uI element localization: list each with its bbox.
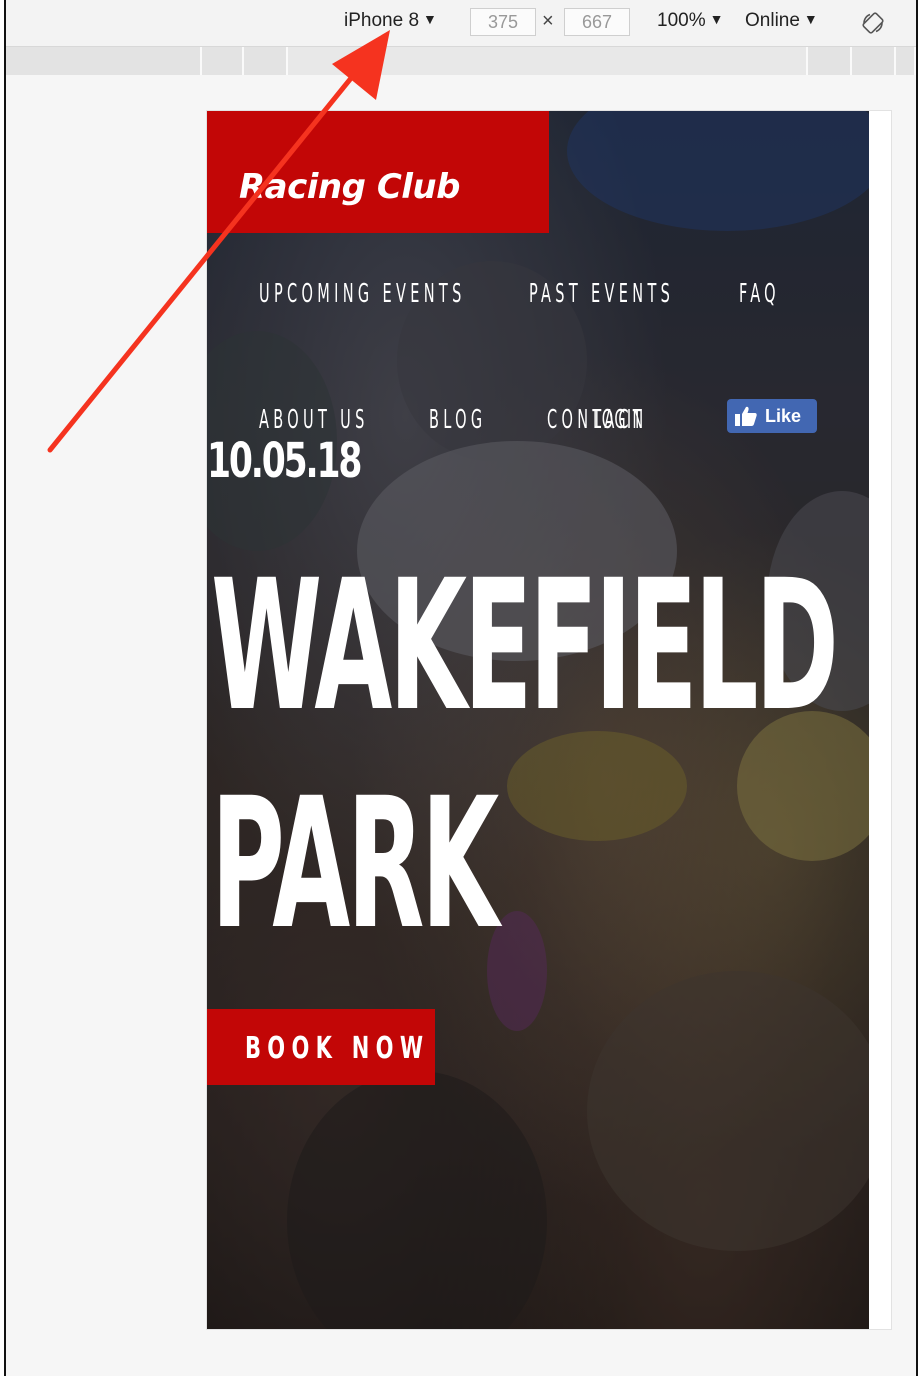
nav-link-blog[interactable]: BLOG <box>429 405 486 435</box>
media-query-bar <box>6 47 916 75</box>
book-now-button[interactable]: BOOK NOW <box>207 1009 435 1085</box>
rotate-device-icon[interactable] <box>861 11 885 35</box>
viewport-width-input[interactable]: 375 <box>470 8 536 36</box>
nav-link-faq[interactable]: FAQ <box>739 279 780 309</box>
device-select-label: iPhone 8 <box>344 10 420 31</box>
chevron-down-icon: ▼ <box>803 11 818 27</box>
media-query-segment[interactable] <box>202 47 244 75</box>
event-date: 10.05.18 <box>207 433 362 489</box>
nav-link-about-us[interactable]: ABOUT US <box>259 405 369 435</box>
hero-background-photo: Racing Club UPCOMING EVENTS PAST EVENTS … <box>207 111 869 1329</box>
chevron-down-icon: ▼ <box>709 11 724 27</box>
device-toolbar: iPhone 8 ▼ 375 × 667 100% ▼ Online ▼ <box>6 0 916 47</box>
chevron-down-icon: ▼ <box>423 11 437 27</box>
brand-logo-text: Racing Club <box>239 167 460 207</box>
media-query-segment[interactable] <box>808 47 852 75</box>
media-query-segment[interactable] <box>6 47 202 75</box>
media-query-segment[interactable] <box>288 47 808 75</box>
book-now-label: BOOK NOW <box>245 1031 430 1066</box>
media-query-segment[interactable] <box>896 47 916 75</box>
media-query-segment[interactable] <box>244 47 288 75</box>
zoom-select[interactable]: 100% ▼ <box>657 10 723 32</box>
device-viewport: Racing Club UPCOMING EVENTS PAST EVENTS … <box>206 110 892 1330</box>
viewport-height-input[interactable]: 667 <box>564 8 630 36</box>
facebook-like-label: Like <box>765 405 802 426</box>
media-query-segment[interactable] <box>852 47 896 75</box>
headline-line-1: WAKEFIELD <box>211 542 839 751</box>
brand-logo-box[interactable]: Racing Club <box>207 111 549 233</box>
network-throttle-select[interactable]: Online ▼ <box>745 10 818 32</box>
network-select-label: Online <box>745 10 800 31</box>
device-select[interactable]: iPhone 8 ▼ <box>344 10 437 32</box>
nav-link-upcoming-events[interactable]: UPCOMING EVENTS <box>259 279 466 309</box>
facebook-like-button[interactable]: Like <box>727 399 817 433</box>
headline-line-2: PARK <box>211 760 499 969</box>
dimension-separator: × <box>542 10 554 32</box>
nav-link-login[interactable]: LOGIN <box>593 405 644 435</box>
thumbs-up-icon <box>735 406 757 426</box>
zoom-select-label: 100% <box>657 10 706 31</box>
nav-link-past-events[interactable]: PAST EVENTS <box>529 279 674 309</box>
